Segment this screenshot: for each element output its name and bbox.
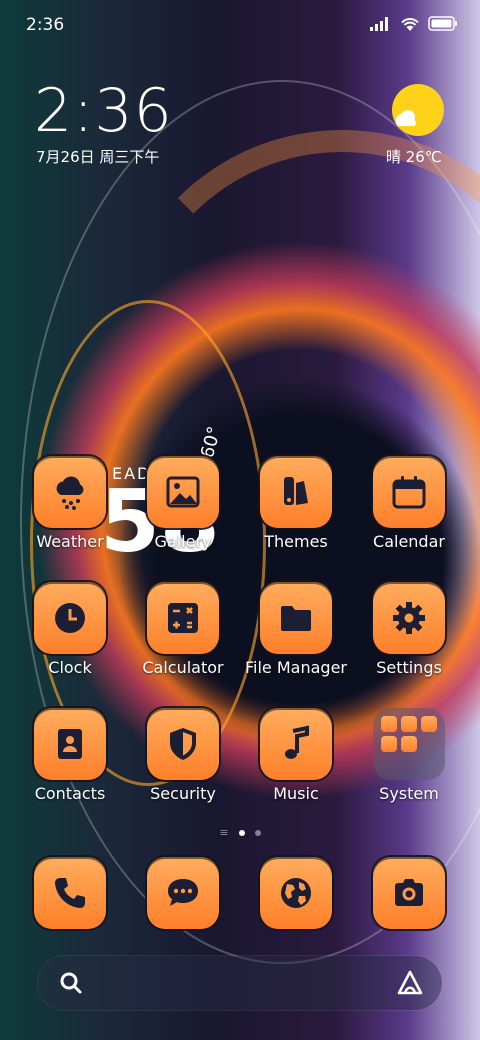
battery-icon — [428, 16, 458, 35]
app-calendar[interactable]: Calendar — [354, 456, 464, 551]
app-gallery[interactable]: Gallery — [128, 456, 238, 551]
clock-widget-date[interactable]: 7月26日 周三下午 — [36, 146, 159, 167]
page-dot[interactable] — [254, 830, 261, 836]
clock-icon[interactable] — [34, 582, 106, 654]
clock-widget-time[interactable]: 2:36 — [34, 76, 173, 146]
app-label: Security — [150, 784, 216, 803]
folder-mini-app-icon — [381, 716, 397, 732]
phone-icon[interactable] — [34, 857, 106, 929]
app-weather[interactable]: Weather — [15, 456, 125, 551]
app-music[interactable]: Music — [241, 708, 351, 803]
shield-icon[interactable] — [147, 708, 219, 780]
sun-cloud-icon[interactable] — [392, 84, 444, 136]
message-icon[interactable] — [147, 857, 219, 929]
dock-camera[interactable] — [354, 857, 464, 929]
calculator-icon[interactable] — [147, 582, 219, 654]
globe-icon[interactable] — [260, 857, 332, 929]
folder-mini-app-icon — [401, 736, 417, 752]
folder-icon[interactable] — [260, 582, 332, 654]
search-icon[interactable] — [58, 970, 84, 1000]
app-label: System — [379, 784, 439, 803]
home-screen: EADIN 58 360° 2:36 2:36 7月26日 周三下午 晴 26℃ — [0, 0, 480, 1040]
dock-browser[interactable] — [241, 857, 351, 929]
calendar-icon[interactable] — [373, 456, 445, 528]
app-label: Calendar — [373, 532, 445, 551]
page-indicator[interactable]: ≡ — [0, 827, 480, 838]
folder-mini-app-icon — [381, 736, 397, 752]
app-contacts[interactable]: Contacts — [15, 708, 125, 803]
app-file-manager[interactable]: File Manager — [241, 582, 351, 677]
app-label: File Manager — [245, 658, 347, 677]
wifi-icon — [400, 16, 420, 35]
dock-phone[interactable] — [15, 857, 125, 929]
assistant-icon[interactable] — [396, 969, 424, 1001]
app-settings[interactable]: Settings — [354, 582, 464, 677]
signal-icon — [370, 16, 392, 35]
app-label: Weather — [36, 532, 104, 551]
cloud-rain-icon[interactable] — [34, 456, 106, 528]
status-icons — [370, 16, 458, 35]
contacts-icon[interactable] — [34, 708, 106, 780]
dock — [0, 857, 480, 937]
app-label: Settings — [376, 658, 442, 677]
weather-widget-text[interactable]: 晴 26℃ — [386, 146, 442, 167]
app-clock[interactable]: Clock — [15, 582, 125, 677]
folder-mini-app-icon — [401, 716, 417, 732]
page-dot-active[interactable] — [238, 830, 245, 836]
app-label: Music — [273, 784, 319, 803]
app-system-folder[interactable]: System — [354, 708, 464, 803]
app-label: Contacts — [34, 784, 106, 803]
app-label: Calculator — [142, 658, 224, 677]
status-bar: 2:36 — [0, 0, 480, 50]
app-themes[interactable]: Themes — [241, 456, 351, 551]
camera-icon[interactable] — [373, 857, 445, 929]
palette-icon[interactable] — [260, 456, 332, 528]
app-label: Themes — [264, 532, 328, 551]
gear-icon[interactable] — [373, 582, 445, 654]
page-menu-icon[interactable]: ≡ — [219, 827, 228, 838]
image-icon[interactable] — [147, 456, 219, 528]
folder-mini-app-icon — [421, 716, 437, 732]
app-security[interactable]: Security — [128, 708, 238, 803]
music-note-icon[interactable] — [260, 708, 332, 780]
folder-grid-icon[interactable] — [373, 708, 445, 780]
dock-messages[interactable] — [128, 857, 238, 929]
app-calculator[interactable]: Calculator — [128, 582, 238, 677]
status-time: 2:36 — [26, 15, 65, 35]
app-label: Gallery — [154, 532, 212, 551]
search-bar[interactable] — [38, 956, 442, 1010]
app-label: Clock — [48, 658, 92, 677]
